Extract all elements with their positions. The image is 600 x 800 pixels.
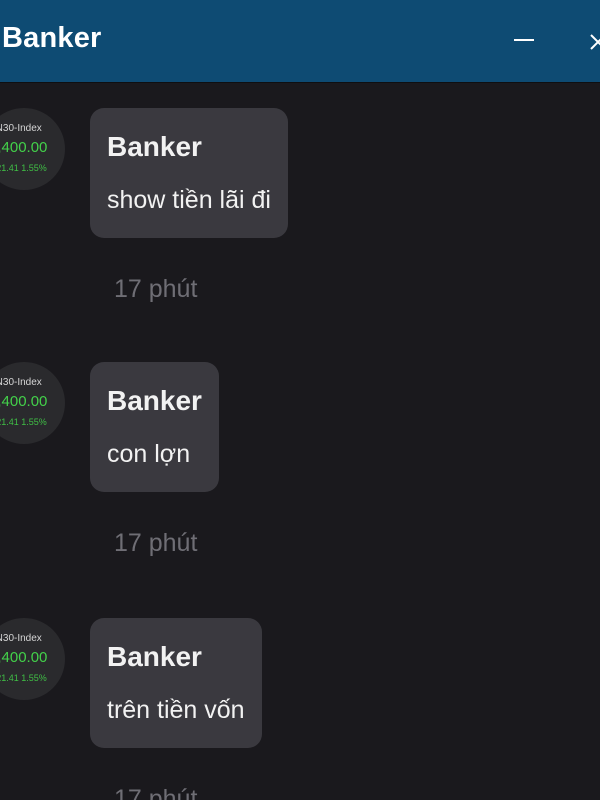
message-text: show tiền lãi đi — [107, 186, 271, 214]
message-bubble[interactable]: Banker show tiền lãi đi — [90, 108, 288, 238]
avatar-ticker-value: 1,400.00 — [0, 393, 48, 410]
message-bubble[interactable]: Banker trên tiền vốn — [90, 618, 262, 748]
avatar-ticker-value: 1,400.00 — [0, 649, 48, 666]
message-timestamp: 17 phút — [114, 785, 198, 800]
message-sender: Banker — [107, 131, 202, 162]
close-button[interactable] — [588, 24, 600, 58]
minimize-icon — [514, 39, 534, 41]
message-text: con lợn — [107, 440, 191, 468]
avatar[interactable]: VN30-Index 1,400.00 +21.41 1.55% — [0, 618, 65, 700]
avatar[interactable]: VN30-Index 1,400.00 +21.41 1.55% — [0, 108, 65, 190]
close-icon — [590, 34, 600, 50]
avatar-ticker-name: VN30-Index — [0, 123, 42, 134]
message-list[interactable]: VN30-Index 1,400.00 +21.41 1.55% Banker … — [0, 82, 600, 800]
minimize-button[interactable] — [506, 24, 540, 58]
avatar-ticker-change: +21.41 1.55% — [0, 417, 47, 427]
chat-header: Banker — [0, 0, 600, 82]
message-sender: Banker — [107, 641, 202, 672]
avatar-ticker-name: VN30-Index — [0, 377, 42, 388]
message-timestamp: 17 phút — [114, 275, 198, 303]
message-timestamp: 17 phút — [114, 529, 198, 557]
message-text: trên tiền vốn — [107, 696, 245, 724]
avatar[interactable]: VN30-Index 1,400.00 +21.41 1.55% — [0, 362, 65, 444]
avatar-ticker-change: +21.41 1.55% — [0, 163, 47, 173]
message-bubble[interactable]: Banker con lợn — [90, 362, 219, 492]
chat-window: Banker VN30-Index 1,400.00 +21.41 1.55% … — [0, 0, 600, 800]
avatar-ticker-name: VN30-Index — [0, 633, 42, 644]
avatar-ticker-change: +21.41 1.55% — [0, 673, 47, 683]
chat-title: Banker — [2, 22, 102, 54]
message-sender: Banker — [107, 385, 202, 416]
avatar-ticker-value: 1,400.00 — [0, 139, 48, 156]
